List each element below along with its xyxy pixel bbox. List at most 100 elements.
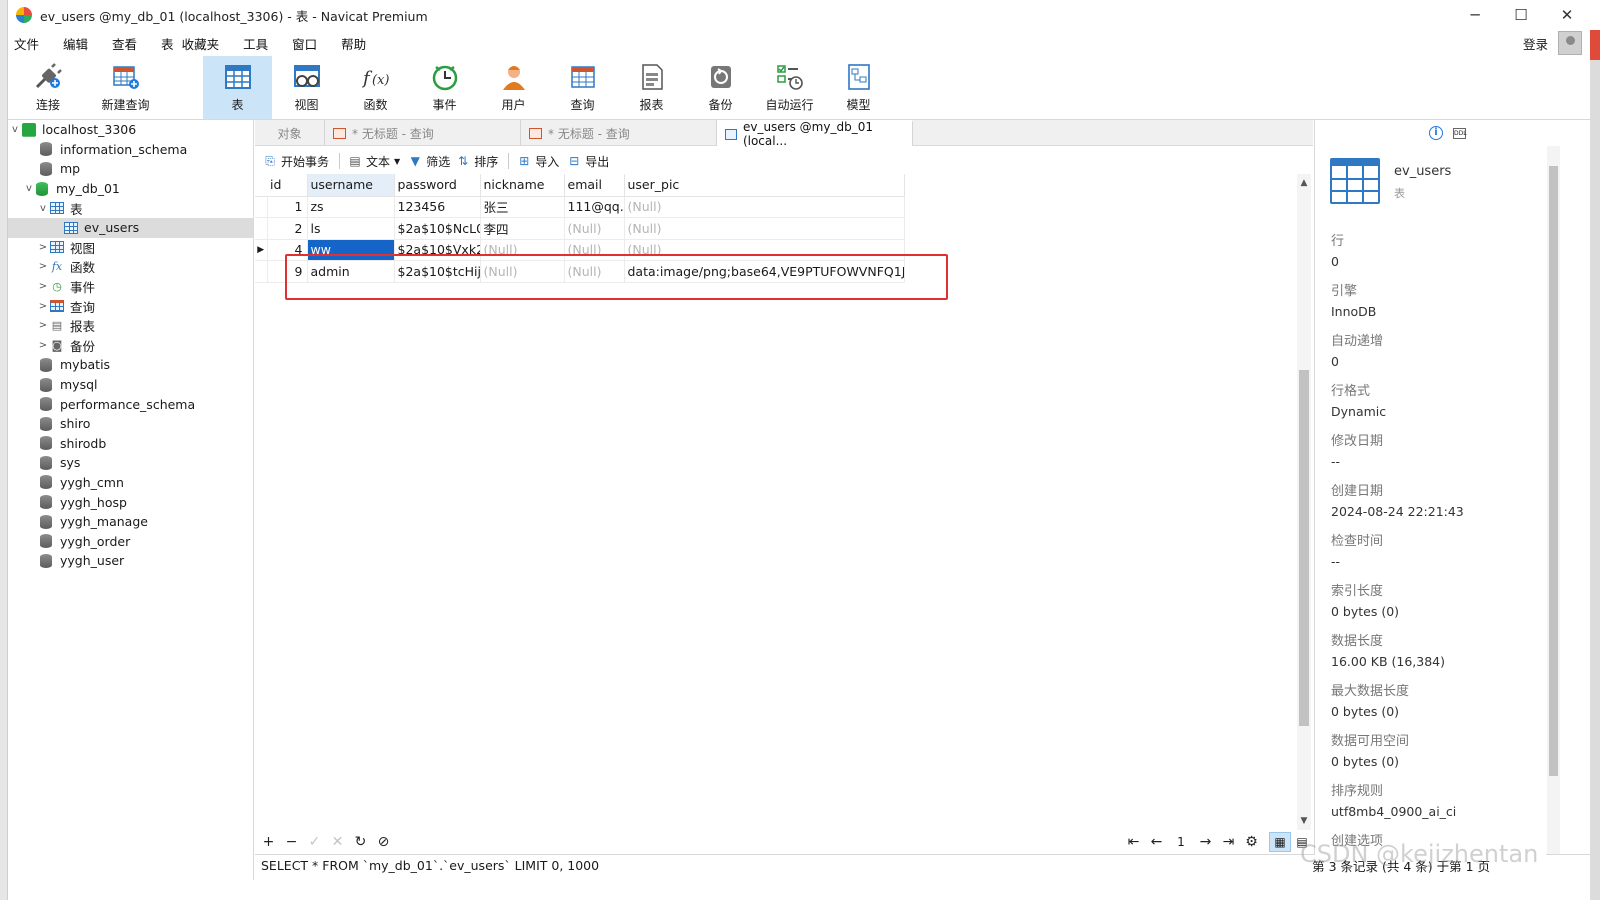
connect-button[interactable]: 连接: [8, 56, 88, 119]
table-row[interactable]: 2 ls $2a$10$NcL0/! 李四 (Null) (Null): [255, 217, 905, 240]
sort-button[interactable]: ⇅ 排序: [456, 153, 498, 170]
cell-username[interactable]: zs: [307, 196, 395, 218]
first-page-icon[interactable]: ⇤: [1122, 834, 1145, 850]
menu-edit[interactable]: 编辑: [51, 34, 100, 53]
cell-username[interactable]: ls: [307, 217, 395, 240]
column-header-user-pic[interactable]: user_pic: [624, 174, 905, 197]
menu-table[interactable]: 表: [149, 34, 178, 53]
text-button[interactable]: ▤ 文本 ▼: [348, 153, 400, 170]
tree-db-yygh-hosp[interactable]: yygh_hosp: [8, 492, 253, 512]
grid-view-icon[interactable]: ▦: [1269, 832, 1291, 852]
close-button[interactable]: ✕: [1544, 0, 1590, 30]
row-marker[interactable]: [255, 196, 268, 218]
begin-transaction-button[interactable]: ⎘ 开始事务: [263, 153, 329, 170]
chevron-right-icon[interactable]: >: [36, 281, 50, 292]
report-button[interactable]: 报表: [617, 56, 686, 119]
tree-group-queries[interactable]: > 查询: [8, 296, 253, 316]
query-button[interactable]: 查询: [548, 56, 617, 119]
export-button[interactable]: ⊟ 导出: [567, 153, 609, 170]
next-page-icon[interactable]: →: [1194, 834, 1217, 850]
cell-password[interactable]: $2a$10$NcL0/!: [394, 217, 481, 240]
grid-vertical-scrollbar[interactable]: ▲ ▼: [1297, 174, 1311, 830]
automation-button[interactable]: 自动运行: [755, 56, 824, 119]
new-query-button[interactable]: 新建查询: [88, 56, 163, 119]
chevron-right-icon[interactable]: >: [36, 340, 50, 351]
cell-password[interactable]: 123456: [394, 196, 481, 218]
tree-db-yygh-order[interactable]: yygh_order: [8, 531, 253, 551]
tab-untitled-query-1[interactable]: * 无标题 - 查询: [325, 120, 521, 146]
backup-button[interactable]: 备份: [686, 56, 755, 119]
add-record-icon[interactable]: +: [257, 834, 280, 850]
view-button[interactable]: 视图: [272, 56, 341, 119]
table-button[interactable]: 表: [203, 56, 272, 119]
current-row-arrow-icon[interactable]: ▶: [255, 239, 268, 261]
chevron-down-icon[interactable]: v: [22, 183, 36, 194]
menu-favorites[interactable]: 收藏夹: [178, 34, 232, 53]
last-page-icon[interactable]: ⇥: [1217, 834, 1240, 850]
tree-db-performance-schema[interactable]: performance_schema: [8, 394, 253, 414]
chevron-down-icon[interactable]: v: [8, 124, 22, 135]
cell-id[interactable]: 1: [267, 196, 308, 218]
tree-db-sys[interactable]: sys: [8, 453, 253, 473]
scrollbar-thumb[interactable]: [1549, 166, 1558, 776]
tree-table-ev-users[interactable]: ev_users: [8, 217, 253, 238]
menu-window[interactable]: 窗口: [280, 34, 329, 53]
tree-connection[interactable]: v localhost_3306: [8, 120, 253, 140]
menu-help[interactable]: 帮助: [329, 34, 378, 53]
tree-db-yygh-user[interactable]: yygh_user: [8, 551, 253, 571]
info-panel-scrollbar[interactable]: [1547, 146, 1560, 854]
refresh-icon[interactable]: ↻: [349, 834, 372, 850]
dropdown-arrow-icon[interactable]: ▼: [394, 157, 400, 166]
delete-record-icon[interactable]: −: [280, 834, 303, 850]
column-header-email[interactable]: email: [564, 174, 625, 197]
row-marker[interactable]: [255, 260, 268, 283]
page-number-input[interactable]: 1: [1168, 835, 1194, 849]
chevron-right-icon[interactable]: >: [36, 242, 50, 253]
chevron-right-icon[interactable]: >: [36, 301, 50, 312]
column-header-username[interactable]: username: [307, 174, 395, 197]
settings-gear-icon[interactable]: ⚙: [1240, 834, 1263, 850]
table-row[interactable]: 1 zs 123456 张三 111@qq.c (Null): [255, 196, 905, 218]
tree-db-yygh-manage[interactable]: yygh_manage: [8, 512, 253, 532]
tree-db-my-db-01[interactable]: v my_db_01: [8, 179, 253, 199]
column-header-id[interactable]: id: [267, 174, 308, 197]
tree-group-functions[interactable]: > fx 函数: [8, 257, 253, 277]
menu-tools[interactable]: 工具: [231, 34, 280, 53]
tree-group-tables[interactable]: v 表: [8, 198, 253, 218]
scrollbar-thumb[interactable]: [1299, 370, 1309, 726]
tree-group-views[interactable]: > 视图: [8, 238, 253, 258]
maximize-button[interactable]: ☐: [1498, 0, 1544, 30]
row-marker[interactable]: [255, 217, 268, 240]
tab-objects[interactable]: 对象: [255, 120, 325, 146]
filter-button[interactable]: ▼ 筛选: [408, 153, 451, 170]
tree-group-backups[interactable]: > ◙ 备份: [8, 336, 253, 356]
tree-db-shiro[interactable]: shiro: [8, 414, 253, 434]
cell-email[interactable]: (Null): [564, 217, 625, 240]
avatar[interactable]: [1558, 31, 1582, 55]
model-button[interactable]: 模型: [824, 56, 893, 119]
cell-user-pic[interactable]: (Null): [624, 217, 905, 240]
tree-db-mysql[interactable]: mysql: [8, 375, 253, 395]
cell-nickname[interactable]: 张三: [480, 196, 565, 218]
ddl-icon[interactable]: DDL: [1453, 127, 1467, 139]
tree-group-reports[interactable]: > ▤ 报表: [8, 316, 253, 336]
user-button[interactable]: 用户: [479, 56, 548, 119]
tab-ev-users[interactable]: ev_users @my_db_01 (local...: [717, 120, 913, 148]
login-link[interactable]: 登录: [1523, 34, 1548, 53]
apply-changes-icon[interactable]: ✓: [303, 834, 326, 850]
cell-nickname[interactable]: 李四: [480, 217, 565, 240]
cell-id[interactable]: 2: [267, 217, 308, 240]
tree-db-yygh-cmn[interactable]: yygh_cmn: [8, 473, 253, 493]
cell-email[interactable]: 111@qq.c: [564, 196, 625, 218]
tab-untitled-query-2[interactable]: * 无标题 - 查询: [521, 120, 717, 146]
scroll-down-icon[interactable]: ▼: [1297, 812, 1311, 830]
menu-view[interactable]: 查看: [100, 34, 149, 53]
import-button[interactable]: ⊞ 导入: [517, 153, 559, 170]
previous-page-icon[interactable]: ←: [1145, 834, 1168, 850]
column-header-password[interactable]: password: [394, 174, 481, 197]
stop-icon[interactable]: ⊘: [372, 834, 395, 850]
tree-db-mp[interactable]: mp: [8, 159, 253, 179]
function-button[interactable]: f (x) 函数: [341, 56, 410, 119]
chevron-right-icon[interactable]: >: [36, 320, 50, 331]
cell-user-pic[interactable]: (Null): [624, 196, 905, 218]
